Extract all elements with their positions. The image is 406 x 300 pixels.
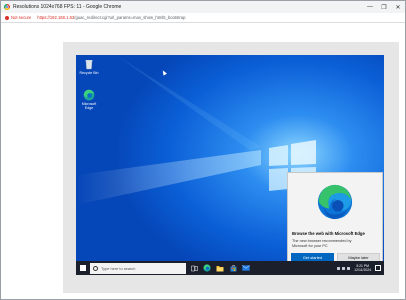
- task-view-button[interactable]: [189, 263, 199, 273]
- store-icon: [230, 264, 236, 271]
- windows-logo-icon: [80, 265, 86, 271]
- maximize-button[interactable]: ❐: [377, 1, 391, 13]
- browser-window: Resolutions 1024x768 FPS: 11 - Google Ch…: [0, 0, 406, 300]
- remote-session-frame: Recycle Bin Microsoft Edge Browse the we…: [63, 42, 399, 293]
- taskbar-clock[interactable]: 5:21 PM 12/11/2024: [354, 264, 371, 272]
- url-path[interactable]: /guac_redirect.cgi?url_params=max_show_h…: [74, 15, 185, 20]
- network-icon[interactable]: [342, 266, 346, 270]
- taskbar-search[interactable]: Type here to search: [90, 262, 186, 274]
- search-icon: [93, 265, 98, 271]
- window-controls: — ❐ ✕: [363, 1, 405, 13]
- edge-icon: [83, 89, 95, 101]
- file-explorer-icon: [216, 265, 224, 271]
- taskbar: Type here to search 5:21 PM 12/11/2024: [76, 261, 384, 275]
- taskbar-store[interactable]: [228, 263, 238, 273]
- title-bar: Resolutions 1024x768 FPS: 11 - Google Ch…: [1, 1, 405, 13]
- mail-icon: [242, 265, 250, 271]
- chrome-icon: [4, 4, 10, 10]
- window-title: Resolutions 1024x768 FPS: 11 - Google Ch…: [13, 4, 122, 10]
- start-button[interactable]: [76, 261, 90, 275]
- remote-desktop[interactable]: Recycle Bin Microsoft Edge Browse the we…: [76, 55, 384, 275]
- taskbar-mail[interactable]: [241, 263, 251, 273]
- task-view-icon: [190, 265, 198, 271]
- system-tray: 5:21 PM 12/11/2024: [337, 261, 384, 275]
- toast-heading: Browse the web with Microsoft Edge: [292, 231, 365, 236]
- close-button[interactable]: ✕: [391, 1, 405, 13]
- volume-icon[interactable]: [347, 266, 351, 270]
- desktop-icon-label: Microsoft Edge: [81, 102, 97, 110]
- taskbar-edge[interactable]: [202, 263, 212, 273]
- search-placeholder: Type here to search: [101, 265, 136, 271]
- desktop-icon-label: Recycle Bin: [79, 71, 99, 75]
- toast-body: The new browser recommended by Microsoft…: [292, 239, 352, 248]
- chevron-up-icon[interactable]: [337, 266, 341, 270]
- notification-icon[interactable]: [375, 265, 381, 271]
- taskbar-file-explorer[interactable]: [215, 263, 225, 273]
- address-bar[interactable]: Not secure https://192.168.1.63 /guac_re…: [1, 13, 405, 23]
- security-indicator[interactable]: Not secure: [11, 15, 31, 20]
- url-host[interactable]: https://192.168.1.63: [37, 15, 74, 20]
- recycle-bin-icon: [85, 60, 93, 70]
- edge-promo-toast: Browse the web with Microsoft Edge The n…: [287, 172, 383, 264]
- edge-logo-icon: [317, 184, 353, 220]
- edge-icon: [203, 264, 211, 272]
- minimize-button[interactable]: —: [363, 1, 377, 13]
- desktop-icon-edge[interactable]: Microsoft Edge: [78, 89, 100, 110]
- warning-icon[interactable]: [5, 15, 9, 20]
- clock-date: 12/11/2024: [354, 268, 371, 272]
- desktop-icon-recycle-bin[interactable]: Recycle Bin: [78, 58, 100, 75]
